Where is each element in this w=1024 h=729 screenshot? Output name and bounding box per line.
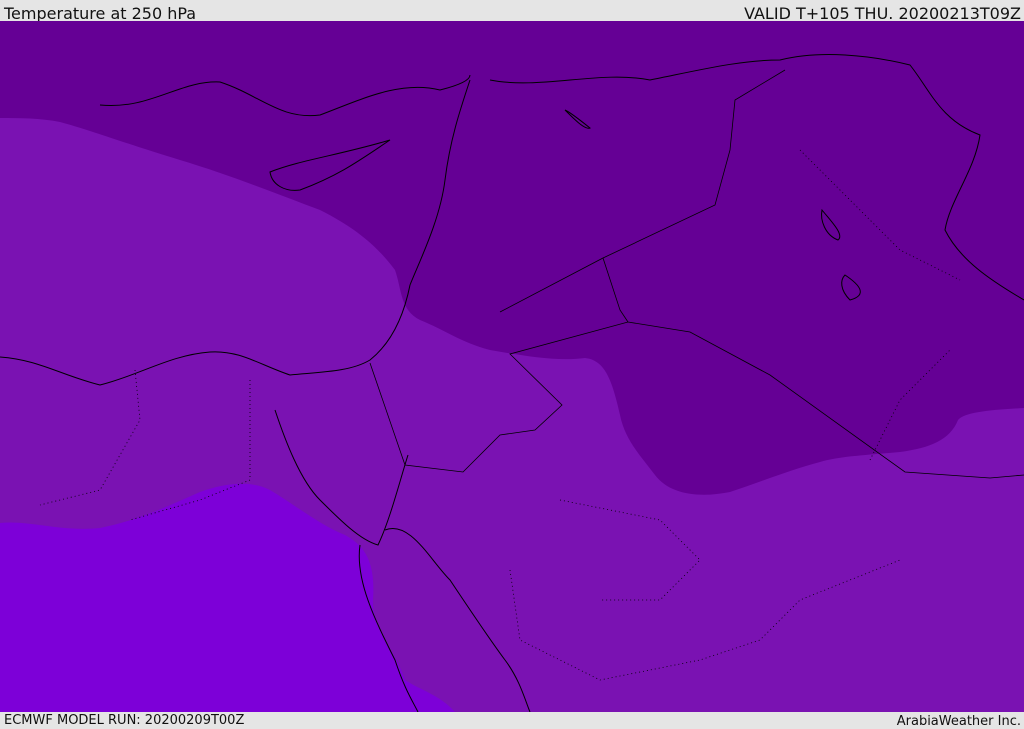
temperature-map xyxy=(0,21,1024,712)
footer-bar: ECMWF MODEL RUN: 20200209T00Z ArabiaWeat… xyxy=(0,712,1024,729)
credit: ArabiaWeather Inc. xyxy=(896,714,1021,729)
model-run: ECMWF MODEL RUN: 20200209T00Z xyxy=(4,713,245,728)
header-bar: Temperature at 250 hPa VALID T+105 THU. … xyxy=(0,0,1024,23)
